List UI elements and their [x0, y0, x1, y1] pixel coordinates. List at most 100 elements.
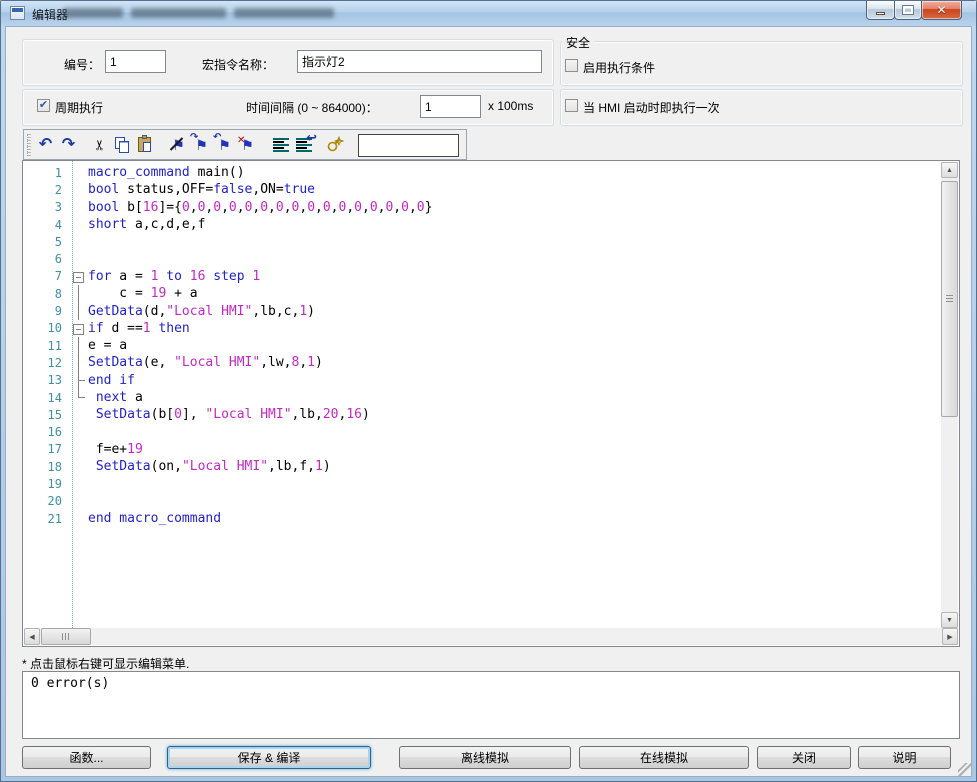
- id-input[interactable]: [105, 50, 166, 73]
- fold-gutter: [70, 216, 86, 233]
- maximize-button[interactable]: [894, 1, 922, 20]
- bookmark-toggle-icon[interactable]: ⚑: [167, 134, 190, 156]
- editor-toolbar: ↶ ↷ ✂ ⚑ ↷⚑ ↶⚑ ✕⚑ ↩: [23, 129, 467, 160]
- paste-icon[interactable]: [134, 134, 157, 156]
- toolbar-grip[interactable]: [27, 134, 31, 156]
- code-line: 17 f=e+19: [23, 441, 941, 458]
- close-dialog-button[interactable]: 关闭: [757, 746, 851, 769]
- code-line: 3bool b[16]={0,0,0,0,0,0,0,0,0,0,0,0,0,0…: [23, 199, 941, 216]
- interval-input[interactable]: [420, 95, 481, 118]
- line-number: 4: [23, 218, 67, 232]
- fold-gutter: [70, 441, 86, 458]
- resize-grip[interactable]: [958, 763, 971, 776]
- code-text: macro_command main(): [88, 165, 245, 180]
- vertical-scrollbar[interactable]: ▲ ▼: [941, 162, 958, 628]
- maximize-icon: [903, 6, 913, 14]
- code-line: 16: [23, 423, 941, 440]
- periodic-label[interactable]: 周期执行: [55, 99, 103, 116]
- redo-icon[interactable]: ↷: [57, 134, 80, 156]
- search-input[interactable]: [358, 134, 459, 157]
- code-line: 18 SetData(on,"Local HMI",lb,f,1): [23, 458, 941, 475]
- code-line: 19: [23, 475, 941, 492]
- line-number: 15: [23, 408, 67, 422]
- window-frame: 编辑器 ✕ 编号： 宏指令名称： 安全 启用执行条件: [0, 0, 977, 782]
- run-on-startup-label[interactable]: 当 HMI 启动时即执行一次: [583, 99, 720, 116]
- security-group-label: 安全: [562, 34, 594, 51]
- fold-gutter: [70, 372, 86, 389]
- line-number: 20: [23, 494, 67, 508]
- horizontal-scrollbar[interactable]: ◀ ▶: [24, 628, 958, 645]
- bookmark-return-icon[interactable]: ↩: [292, 134, 315, 156]
- line-number: 13: [23, 373, 67, 387]
- vertical-scroll-thumb[interactable]: [941, 181, 958, 417]
- line-number: 7: [23, 269, 67, 283]
- bookmark-next-icon[interactable]: ↷⚑: [190, 134, 213, 156]
- fold-gutter: [70, 493, 86, 510]
- right-click-hint: * 点击鼠标右键可显示编辑菜单.: [22, 655, 189, 672]
- cut-icon[interactable]: ✂: [89, 133, 111, 156]
- macro-name-input[interactable]: [297, 50, 542, 73]
- code-line: 4 short a,c,d,e,f: [23, 216, 941, 233]
- horizontal-scroll-thumb[interactable]: [41, 628, 91, 645]
- app-icon: [10, 6, 25, 20]
- line-number: 8: [23, 287, 67, 301]
- line-number: 11: [23, 339, 67, 353]
- code-line: 12SetData(e, "Local HMI",lw,8,1): [23, 354, 941, 371]
- code-line: 7 for a = 1 to 16 step 1: [23, 268, 941, 285]
- code-text: c = 19 + a: [88, 286, 198, 301]
- code-editor[interactable]: 1 macro_command main()2bool status,OFF=fa…: [22, 160, 960, 647]
- line-number: 19: [23, 477, 67, 491]
- editor-dialog: 编辑器 ✕ 编号： 宏指令名称： 安全 启用执行条件: [0, 0, 977, 782]
- run-on-startup-checkbox[interactable]: [565, 99, 578, 112]
- code-text: short a,c,d,e,f: [88, 217, 205, 232]
- code-text: bool status,OFF=false,ON=true: [88, 182, 315, 197]
- macro-name-label: 宏指令名称：: [202, 56, 274, 73]
- fold-toggle-icon[interactable]: [70, 268, 86, 285]
- line-number: 5: [23, 235, 67, 249]
- code-line: 15 SetData(b[0], "Local HMI",lb,20,16): [23, 406, 941, 423]
- minimize-icon: [876, 12, 885, 15]
- line-number: 1: [23, 166, 67, 180]
- interval-label: 时间间隔 (0 ~ 864000)：: [246, 99, 378, 116]
- minimize-button[interactable]: [866, 1, 895, 20]
- fold-gutter: [70, 406, 86, 423]
- scroll-down-icon[interactable]: ▼: [941, 612, 958, 628]
- bookmarks-clear-icon[interactable]: ✕⚑: [236, 134, 259, 156]
- code-text: for a = 1 to 16 step 1: [88, 269, 260, 284]
- find-icon[interactable]: [323, 134, 346, 156]
- title-bar[interactable]: 编辑器 ✕: [1, 1, 976, 26]
- save-compile-button[interactable]: 保存 & 编译: [167, 746, 371, 769]
- line-number: 9: [23, 304, 67, 318]
- help-button[interactable]: 说明: [858, 746, 951, 769]
- code-text: SetData(b[0], "Local HMI",lb,20,16): [88, 407, 370, 422]
- code-text: e = a: [88, 338, 127, 353]
- code-line: 2bool status,OFF=false,ON=true: [23, 181, 941, 198]
- copy-icon[interactable]: [111, 134, 134, 156]
- close-button[interactable]: ✕: [921, 1, 962, 20]
- line-number: 6: [23, 252, 67, 266]
- fold-gutter: [70, 354, 86, 371]
- code-line: 1 macro_command main(): [23, 164, 941, 181]
- periodic-checkbox[interactable]: [37, 99, 50, 112]
- online-simulation-button[interactable]: 在线模拟: [579, 746, 749, 769]
- scroll-left-icon[interactable]: ◀: [24, 628, 40, 645]
- code-line: 11 e = a: [23, 337, 941, 354]
- enable-exec-condition-label[interactable]: 启用执行条件: [583, 59, 655, 76]
- bookmark-list-icon[interactable]: [269, 134, 292, 156]
- line-number: 17: [23, 442, 67, 456]
- line-number: 12: [23, 356, 67, 370]
- functions-button[interactable]: 函数...: [22, 746, 151, 769]
- scroll-up-icon[interactable]: ▲: [941, 162, 958, 178]
- scroll-right-icon[interactable]: ▶: [942, 628, 958, 645]
- offline-simulation-button[interactable]: 离线模拟: [399, 746, 571, 769]
- code-text: end if: [88, 373, 135, 388]
- code-text: if d ==1 then: [88, 321, 190, 336]
- compile-output-box: 0 error(s): [22, 671, 960, 739]
- enable-exec-condition-checkbox[interactable]: [565, 59, 578, 72]
- undo-icon[interactable]: ↶: [34, 134, 57, 156]
- bookmark-previous-icon[interactable]: ↶⚑: [213, 134, 236, 156]
- fold-gutter: [70, 337, 86, 354]
- line-number: 14: [23, 391, 67, 405]
- fold-toggle-icon[interactable]: [70, 320, 86, 337]
- code-line: 8 c = 19 + a: [23, 285, 941, 302]
